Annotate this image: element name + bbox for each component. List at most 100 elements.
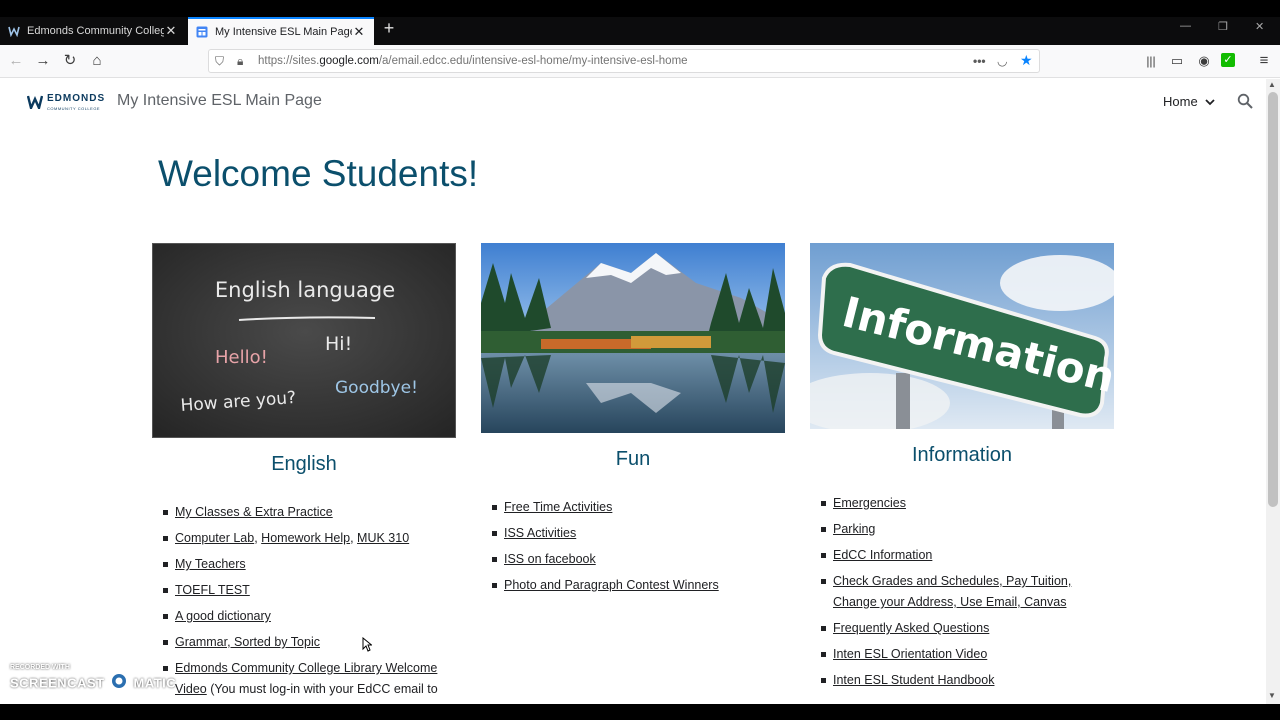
close-tab-icon[interactable]: ✕ [164,23,178,39]
iss-activities-link[interactable]: ISS Activities [504,526,576,540]
minimize-icon[interactable]: — [1180,20,1191,32]
watermark-line2: SCREENCAST [10,675,105,691]
window-close-icon[interactable]: ✕ [1255,20,1264,33]
contest-winners-link[interactable]: Photo and Paragraph Contest Winners [504,578,719,592]
shield-icon[interactable]: ⛉ [215,54,224,69]
list-item: Inten ESL Orientation Video [821,644,1111,665]
watermark-line3: MATIC [133,675,177,691]
list-item: Parking [821,519,1111,540]
search-icon[interactable] [1237,93,1253,109]
list-item: ISS Activities [492,523,792,544]
scrollbar-thumb[interactable] [1268,92,1278,507]
computer-lab-link[interactable]: Computer Lab [175,531,254,545]
screencast-watermark: RECORDED WITH SCREENCAST MATIC [10,664,176,696]
logo-text: EDMONDS [47,93,106,104]
chevron-down-icon [1205,94,1215,109]
forward-arrow-icon[interactable]: → [34,52,52,70]
tab-edmonds[interactable]: Edmonds Community College ✕ [0,17,186,45]
chalk-goodbye: Goodbye! [335,378,418,398]
list-item: EdCC Information [821,545,1111,566]
reload-icon[interactable]: ↻ [61,52,79,70]
chalk-hello: Hello! [215,347,268,368]
list-item: Photo and Paragraph Contest Winners [492,575,792,596]
dictionary-link[interactable]: A good dictionary [175,609,271,623]
sites-favicon-icon [196,26,208,38]
mountain-lake-image[interactable] [481,243,785,433]
grades-schedules-link[interactable]: Check Grades and Schedules, Pay Tuition,… [833,574,1071,609]
list-item: Free Time Activities [492,497,792,518]
toefl-test-link[interactable]: TOEFL TEST [175,583,250,597]
list-item: Computer Lab, Homework Help, MUK 310 [163,528,463,549]
grammar-link[interactable]: Grammar, Sorted by Topic [175,635,320,649]
login-note: (You must log-in with your EdCC email to [210,682,438,696]
scroll-down-icon[interactable]: ▼ [1268,691,1276,700]
site-logo[interactable]: EDMONDS COMMUNITY COLLEGE [26,93,106,114]
homework-help-link[interactable]: Homework Help [261,531,350,545]
english-chalkboard-image[interactable]: English language Hello! Hi! How are you?… [152,243,456,438]
information-sign-image[interactable]: Information [810,243,1114,429]
navigation-toolbar: ← → ↻ ⌂ ⛉ 🔒︎ https://sites.google.com/a/… [0,45,1280,78]
list-item: My Teachers [163,554,463,575]
sidebar-icon[interactable]: ▭ [1168,52,1186,70]
mouse-cursor-icon [362,636,373,657]
account-icon[interactable]: ◉ [1195,52,1213,70]
scroll-up-icon[interactable]: ▲ [1268,80,1276,89]
list-item: ISS on facebook [492,549,792,570]
muk-310-link[interactable]: MUK 310 [357,531,409,545]
extension-check-icon[interactable]: ✓ [1221,53,1235,67]
list-item: Grammar, Sorted by Topic [163,632,463,653]
library-icon[interactable]: ||| [1142,52,1160,70]
lock-icon[interactable]: 🔒︎ [237,54,243,69]
logo-subtext: COMMUNITY COLLEGE [47,106,101,111]
page-actions-icon[interactable]: ••• [973,54,986,68]
edcc-info-link[interactable]: EdCC Information [833,548,932,562]
parking-link[interactable]: Parking [833,522,875,536]
pocket-icon[interactable]: ◡ [997,54,1007,68]
fun-heading: Fun [615,448,651,470]
restore-icon[interactable]: ❐ [1218,20,1228,33]
iss-facebook-link[interactable]: ISS on facebook [504,552,596,566]
close-tab-icon[interactable]: ✕ [352,24,366,40]
list-item: A good dictionary [163,606,463,627]
english-links: My Classes & Extra Practice Computer Lab… [163,502,463,705]
tab-label: Edmonds Community College [27,25,164,37]
home-nav-menu[interactable]: Home [1163,94,1215,109]
address-bar[interactable]: ⛉ 🔒︎ https://sites.google.com/a/email.ed… [208,49,1040,73]
information-heading: Information [911,444,1013,466]
my-teachers-link[interactable]: My Teachers [175,557,246,571]
record-icon [109,671,129,696]
screen-top-bar [0,0,1280,17]
list-item: Frequently Asked Questions [821,618,1111,639]
home-icon[interactable]: ⌂ [88,52,106,70]
screen-bottom-bar [0,704,1280,720]
fun-links: Free Time Activities ISS Activities ISS … [492,497,792,601]
my-classes-link[interactable]: My Classes & Extra Practice [175,505,333,519]
chalk-hi: Hi! [325,333,352,355]
watermark-line1: RECORDED WITH [10,664,70,671]
tab-esl-main[interactable]: My Intensive ESL Main Page ✕ [188,17,374,45]
faq-link[interactable]: Frequently Asked Questions [833,621,989,635]
free-time-link[interactable]: Free Time Activities [504,500,612,514]
home-nav-label: Home [1163,94,1198,109]
list-item: Edmonds Community College Library Welcom… [163,658,463,700]
menu-icon[interactable]: ≡ [1255,52,1273,70]
new-tab-icon[interactable]: + [380,18,398,39]
orientation-video-link[interactable]: Inten ESL Orientation Video [833,647,987,661]
chalk-title: English language [215,278,395,302]
list-item: TOEFL TEST [163,580,463,601]
site-title[interactable]: My Intensive ESL Main Page [117,92,322,110]
page-heading: Welcome Students! [158,153,479,194]
edmonds-favicon-icon [8,25,20,38]
tab-label: My Intensive ESL Main Page [215,26,352,38]
information-links: Emergencies Parking EdCC Information Che… [821,493,1111,696]
edmonds-logo-icon [26,95,44,114]
list-item: Inten ESL Student Handbook [821,670,1111,691]
bookmark-star-icon[interactable]: ★ [1020,52,1033,69]
back-arrow-icon[interactable]: ← [7,52,25,70]
list-item: Check Grades and Schedules, Pay Tuition,… [821,571,1111,613]
student-handbook-link[interactable]: Inten ESL Student Handbook [833,673,994,687]
list-item: My Classes & Extra Practice [163,502,463,523]
url-text[interactable]: https://sites.google.com/a/email.edcc.ed… [258,55,688,67]
english-heading: English [271,453,337,475]
emergencies-link[interactable]: Emergencies [833,496,906,510]
